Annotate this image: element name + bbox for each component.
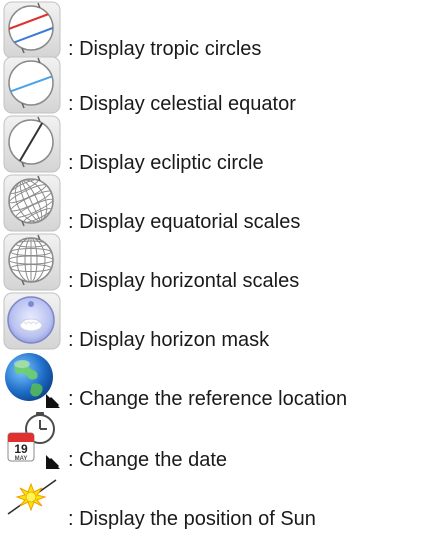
- legend-item-horizon-mask: : Display horizon mask: [0, 291, 428, 351]
- legend-item-equatorial-scales: : Display equatorial scales: [0, 173, 428, 233]
- equatorial-scales-icon[interactable]: [2, 173, 62, 233]
- calendar-day-number: 19: [14, 442, 28, 456]
- legend-item-label: : Display celestial equator: [68, 93, 296, 115]
- legend-item-label: : Change the reference location: [68, 388, 348, 410]
- sun-position-icon[interactable]: [2, 470, 62, 530]
- tropic-circles-icon[interactable]: [2, 0, 62, 60]
- legend-item-sun-position: : Display the position of Sun: [0, 470, 428, 530]
- legend-item-ecliptic-circle: : Display ecliptic circle: [0, 114, 428, 174]
- legend-item-label: : Display horizon mask: [68, 329, 270, 351]
- legend-item-reference-location: : Change the reference location: [0, 350, 428, 410]
- legend-item-label: : Change the date: [68, 449, 228, 471]
- legend-item-label: : Display equatorial scales: [68, 211, 301, 233]
- earth-location-icon[interactable]: [2, 350, 62, 410]
- legend-item-tropic-circles: : Display tropic circles: [0, 0, 428, 60]
- calendar-date-icon[interactable]: 19 MAY: [2, 411, 62, 471]
- legend-item-celestial-equator: : Display celestial equator: [0, 55, 428, 115]
- legend-item-change-date: 19 MAY : Change the date: [0, 411, 428, 471]
- legend-item-label: : Display the position of Sun: [68, 508, 316, 530]
- horizon-mask-icon[interactable]: [2, 291, 62, 351]
- celestial-equator-icon[interactable]: [2, 55, 62, 115]
- ecliptic-circle-icon[interactable]: [2, 114, 62, 174]
- icon-legend: : Display tropic circles : Display celes…: [0, 0, 428, 549]
- legend-item-label: : Display ecliptic circle: [68, 152, 264, 174]
- calendar-month: MAY: [15, 456, 28, 462]
- legend-item-label: : Display horizontal scales: [68, 270, 300, 292]
- legend-item-horizontal-scales: : Display horizontal scales: [0, 232, 428, 292]
- horizontal-scales-icon[interactable]: [2, 232, 62, 292]
